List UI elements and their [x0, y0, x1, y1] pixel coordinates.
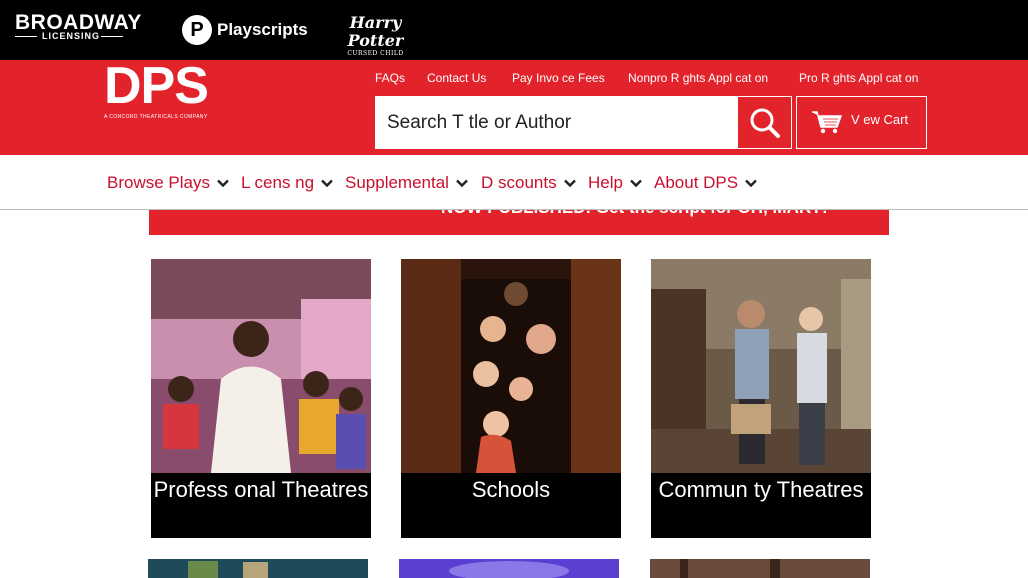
playscripts-p-icon: P	[182, 15, 212, 45]
cart-icon	[812, 111, 843, 134]
dps-wordmark: DPS	[104, 57, 209, 115]
tile-caption: Profess onal Theatres	[151, 473, 371, 538]
chevron-down-icon	[563, 179, 576, 188]
pro-rights-application-link[interactable]: Pro R ghts Appl cat on	[799, 71, 918, 85]
professional-theatres-photo	[151, 259, 371, 473]
logo-rule	[15, 36, 37, 37]
harry-potter-wordmark: Harry Potter	[347, 13, 404, 50]
chevron-down-icon	[630, 179, 642, 188]
nonpro-rights-application-link[interactable]: Nonpro R ghts Appl cat on	[628, 71, 768, 85]
nav-item-licensing[interactable]: L cens ng	[241, 172, 334, 194]
contact-us-link[interactable]: Contact Us	[427, 71, 486, 85]
nav-label: Supplemental	[345, 173, 449, 192]
nav-label: Browse Plays	[107, 173, 210, 192]
schools-tile[interactable]: Schools	[401, 259, 621, 538]
view-cart-button[interactable]: V ew Cart	[796, 96, 927, 149]
pay-invoice-fees-link[interactable]: Pay Invo ce Fees	[512, 71, 605, 85]
professional-theatres-tile[interactable]: Profess onal Theatres	[151, 259, 371, 538]
logo-rule	[101, 36, 123, 37]
view-cart-label: V ew Cart	[851, 112, 909, 127]
category-tile[interactable]	[650, 559, 870, 578]
category-tile[interactable]	[148, 559, 368, 578]
category-tile[interactable]	[399, 559, 619, 578]
category-photo	[399, 559, 619, 578]
cursed-child-wordmark: CURSED CHILD	[347, 50, 404, 57]
search-icon	[750, 108, 780, 138]
nav-label: D scounts	[481, 173, 557, 192]
search-input[interactable]	[375, 96, 737, 149]
chevron-down-icon	[321, 179, 333, 188]
nav-label: Help	[588, 173, 623, 192]
nav-item-about-dps[interactable]: About DPS	[654, 172, 758, 194]
nav-item-help[interactable]: Help	[588, 172, 643, 194]
brand-bar: BROADWAY LICENSING P Playscripts Harry P…	[0, 0, 1028, 60]
dps-logo[interactable]: DPS A CONCORD THEATRICALS COMPANY	[104, 57, 209, 120]
nav-label: L cens ng	[241, 173, 315, 192]
playscripts-wordmark: Playscripts	[217, 20, 308, 39]
faqs-link[interactable]: FAQs	[375, 71, 405, 85]
category-photo	[650, 559, 870, 578]
chevron-down-icon	[745, 179, 757, 188]
community-theatres-photo	[651, 259, 871, 473]
community-theatres-tile[interactable]: Commun ty Theatres	[651, 259, 871, 538]
playscripts-logo[interactable]: P Playscripts	[182, 15, 308, 45]
nav-label: About DPS	[654, 173, 739, 192]
broadway-licensing-logo[interactable]: BROADWAY LICENSING	[15, 12, 141, 46]
search-button[interactable]	[737, 96, 792, 149]
licensing-wordmark: LICENSING	[42, 31, 101, 41]
main-nav: Browse Plays L cens ng Supplemental D sc…	[0, 155, 1028, 210]
chevron-down-icon	[217, 179, 229, 188]
schools-photo	[401, 259, 621, 473]
nav-item-discounts[interactable]: D scounts	[481, 172, 577, 194]
chevron-down-icon	[456, 179, 468, 188]
tile-caption: Schools	[401, 473, 621, 538]
harry-potter-logo[interactable]: Harry Potter CURSED CHILD	[338, 13, 413, 58]
dps-tagline: A CONCORD THEATRICALS COMPANY	[104, 114, 208, 120]
tile-caption: Commun ty Theatres	[651, 473, 871, 538]
nav-item-supplemental[interactable]: Supplemental	[345, 172, 469, 194]
nav-item-browse-plays[interactable]: Browse Plays	[107, 172, 230, 194]
category-photo	[148, 559, 368, 578]
search-box	[375, 96, 737, 149]
